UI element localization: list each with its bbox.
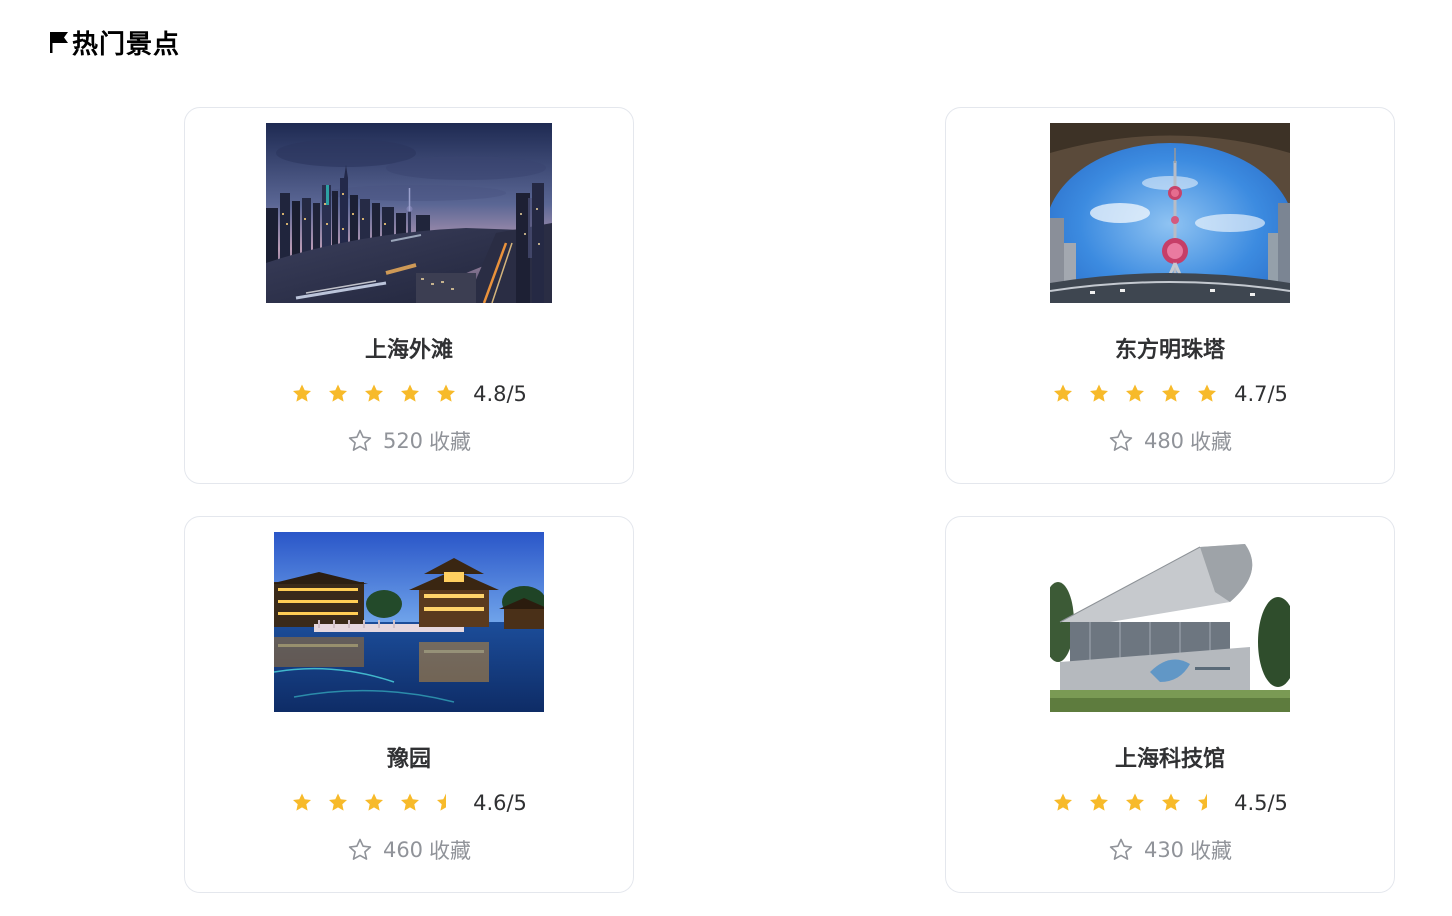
star-filled-icon	[437, 384, 456, 402]
star-filled-icon	[1090, 384, 1109, 402]
star-rating	[1052, 792, 1234, 814]
star-filled-icon	[401, 384, 420, 402]
section-header: 热门景点	[48, 26, 181, 60]
star-outline-icon[interactable]	[1108, 428, 1134, 454]
favorites-count: 520	[382, 429, 424, 453]
star-filled-icon	[1126, 793, 1145, 811]
favorites-count: 480	[1143, 429, 1185, 453]
star-outline-icon[interactable]	[347, 837, 373, 863]
favorites-count: 460	[382, 838, 424, 862]
star-rating	[291, 383, 473, 405]
star-filled-icon	[365, 384, 384, 402]
rating-row: 4.8/5	[185, 380, 633, 408]
attraction-card[interactable]: 上海科技馆 4.5/5 430 收藏	[945, 516, 1395, 893]
star-filled-icon	[1198, 384, 1217, 402]
favorites-label: 收藏	[429, 430, 472, 454]
attraction-name[interactable]: 豫园	[185, 741, 633, 773]
favorite-button[interactable]: 460 收藏	[185, 835, 633, 865]
favorite-button[interactable]: 430 收藏	[946, 835, 1394, 865]
star-filled-icon	[1126, 384, 1145, 402]
attraction-name[interactable]: 上海科技馆	[946, 741, 1394, 773]
attraction-photo[interactable]	[1050, 123, 1290, 303]
attraction-card[interactable]: 东方明珠塔 4.7/5 480 收藏	[945, 107, 1395, 484]
favorites-label: 收藏	[1190, 430, 1233, 454]
favorites-label: 收藏	[429, 839, 472, 863]
favorites-label: 收藏	[1190, 839, 1233, 863]
favorite-button[interactable]: 520 收藏	[185, 426, 633, 456]
attraction-name[interactable]: 上海外滩	[185, 332, 633, 364]
star-filled-icon	[1054, 793, 1073, 811]
rating-row: 4.6/5	[185, 789, 633, 817]
star-filled-icon	[329, 384, 348, 402]
star-filled-icon	[1054, 384, 1073, 402]
star-filled-icon	[365, 793, 384, 811]
rating-row: 4.5/5	[946, 789, 1394, 817]
rating-value: 4.8/5	[473, 382, 527, 406]
star-filled-icon	[1162, 384, 1181, 402]
rating-value: 4.6/5	[473, 791, 527, 815]
rating-value: 4.7/5	[1234, 382, 1288, 406]
star-rating	[1052, 383, 1234, 405]
favorites-count: 430	[1143, 838, 1185, 862]
attraction-name[interactable]: 东方明珠塔	[946, 332, 1394, 364]
star-outline-icon[interactable]	[347, 428, 373, 454]
section-title: 热门景点	[72, 29, 181, 60]
attraction-card[interactable]: 上海外滩 4.8/5 520 收藏	[184, 107, 634, 484]
star-filled-icon	[1090, 793, 1109, 811]
rating-row: 4.7/5	[946, 380, 1394, 408]
star-rating	[291, 792, 473, 814]
star-outline-icon[interactable]	[1108, 837, 1134, 863]
flag-icon	[50, 32, 68, 53]
star-filled-icon	[401, 793, 420, 811]
star-filled-icon	[1162, 793, 1181, 811]
attraction-photo[interactable]	[1050, 532, 1290, 712]
attraction-photo[interactable]	[274, 532, 544, 712]
star-half-icon	[437, 793, 447, 811]
favorite-button[interactable]: 480 收藏	[946, 426, 1394, 456]
star-filled-icon	[293, 793, 312, 811]
star-filled-icon	[329, 793, 348, 811]
star-filled-icon	[293, 384, 312, 402]
attraction-card[interactable]: 豫园 4.6/5 460 收藏	[184, 516, 634, 893]
star-half-icon	[1198, 793, 1208, 811]
attraction-photo[interactable]	[266, 123, 552, 303]
rating-value: 4.5/5	[1234, 791, 1288, 815]
